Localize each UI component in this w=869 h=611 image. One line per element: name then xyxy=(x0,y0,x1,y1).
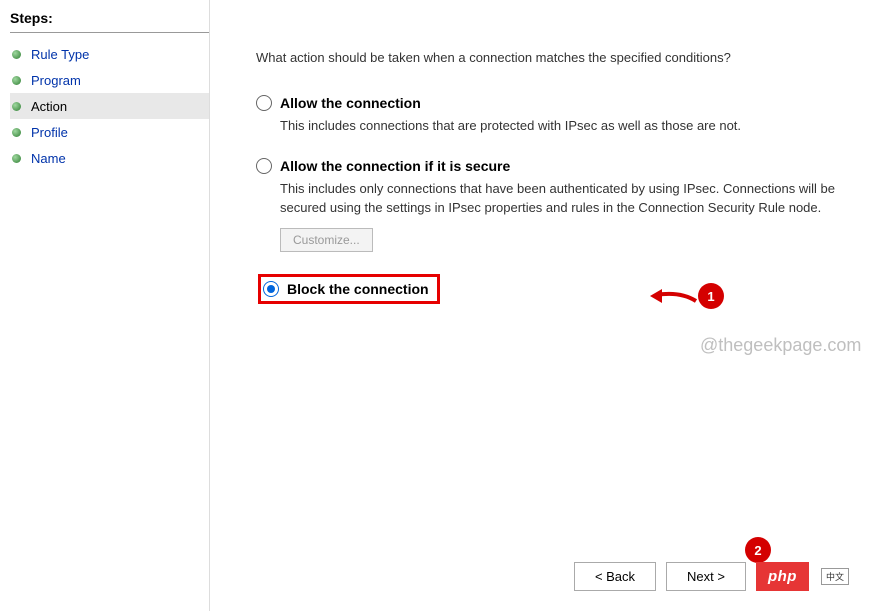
sidebar-title: Steps: xyxy=(10,10,209,33)
step-label: Name xyxy=(31,151,66,166)
arrow-icon xyxy=(650,281,698,311)
option-allow-title: Allow the connection xyxy=(280,95,421,111)
step-label: Action xyxy=(31,99,67,114)
option-allow-secure-title: Allow the connection if it is secure xyxy=(280,158,510,174)
option-block[interactable]: Block the connection xyxy=(250,274,839,304)
customize-button: Customize... xyxy=(280,228,373,252)
prompt-text: What action should be taken when a conne… xyxy=(256,50,839,65)
step-program[interactable]: Program xyxy=(10,67,209,93)
bullet-icon xyxy=(12,102,21,111)
bullet-icon xyxy=(12,76,21,85)
step-rule-type[interactable]: Rule Type xyxy=(10,41,209,67)
option-allow-secure-desc: This includes only connections that have… xyxy=(280,180,839,218)
bullet-icon xyxy=(12,50,21,59)
bullet-icon xyxy=(12,154,21,163)
annotation-marker-2: 2 xyxy=(745,537,771,563)
php-badge: php xyxy=(756,562,809,591)
radio-block[interactable] xyxy=(263,281,279,297)
lang-tag: 中文 xyxy=(821,568,849,585)
highlight-box: Block the connection xyxy=(258,274,440,304)
footer-buttons: < Back Next > php 中文 xyxy=(574,562,849,591)
step-action[interactable]: Action xyxy=(10,93,209,119)
step-label: Rule Type xyxy=(31,47,89,62)
annotation-arrow-1: 1 xyxy=(650,281,724,311)
option-allow-secure[interactable]: Allow the connection if it is secure Thi… xyxy=(250,158,839,252)
annotation-marker-1: 1 xyxy=(698,283,724,309)
option-block-title: Block the connection xyxy=(287,281,429,297)
bullet-icon xyxy=(12,128,21,137)
step-label: Profile xyxy=(31,125,68,140)
option-allow[interactable]: Allow the connection This includes conne… xyxy=(250,95,839,136)
main-panel: What action should be taken when a conne… xyxy=(210,0,869,611)
option-allow-desc: This includes connections that are prote… xyxy=(280,117,839,136)
step-label: Program xyxy=(31,73,81,88)
back-button[interactable]: < Back xyxy=(574,562,656,591)
step-name[interactable]: Name xyxy=(10,145,209,171)
watermark-text: @thegeekpage.com xyxy=(700,335,861,356)
step-profile[interactable]: Profile xyxy=(10,119,209,145)
radio-allow[interactable] xyxy=(256,95,272,111)
radio-allow-secure[interactable] xyxy=(256,158,272,174)
next-button[interactable]: Next > xyxy=(666,562,746,591)
steps-sidebar: Steps: Rule Type Program Action Profile … xyxy=(0,0,210,611)
